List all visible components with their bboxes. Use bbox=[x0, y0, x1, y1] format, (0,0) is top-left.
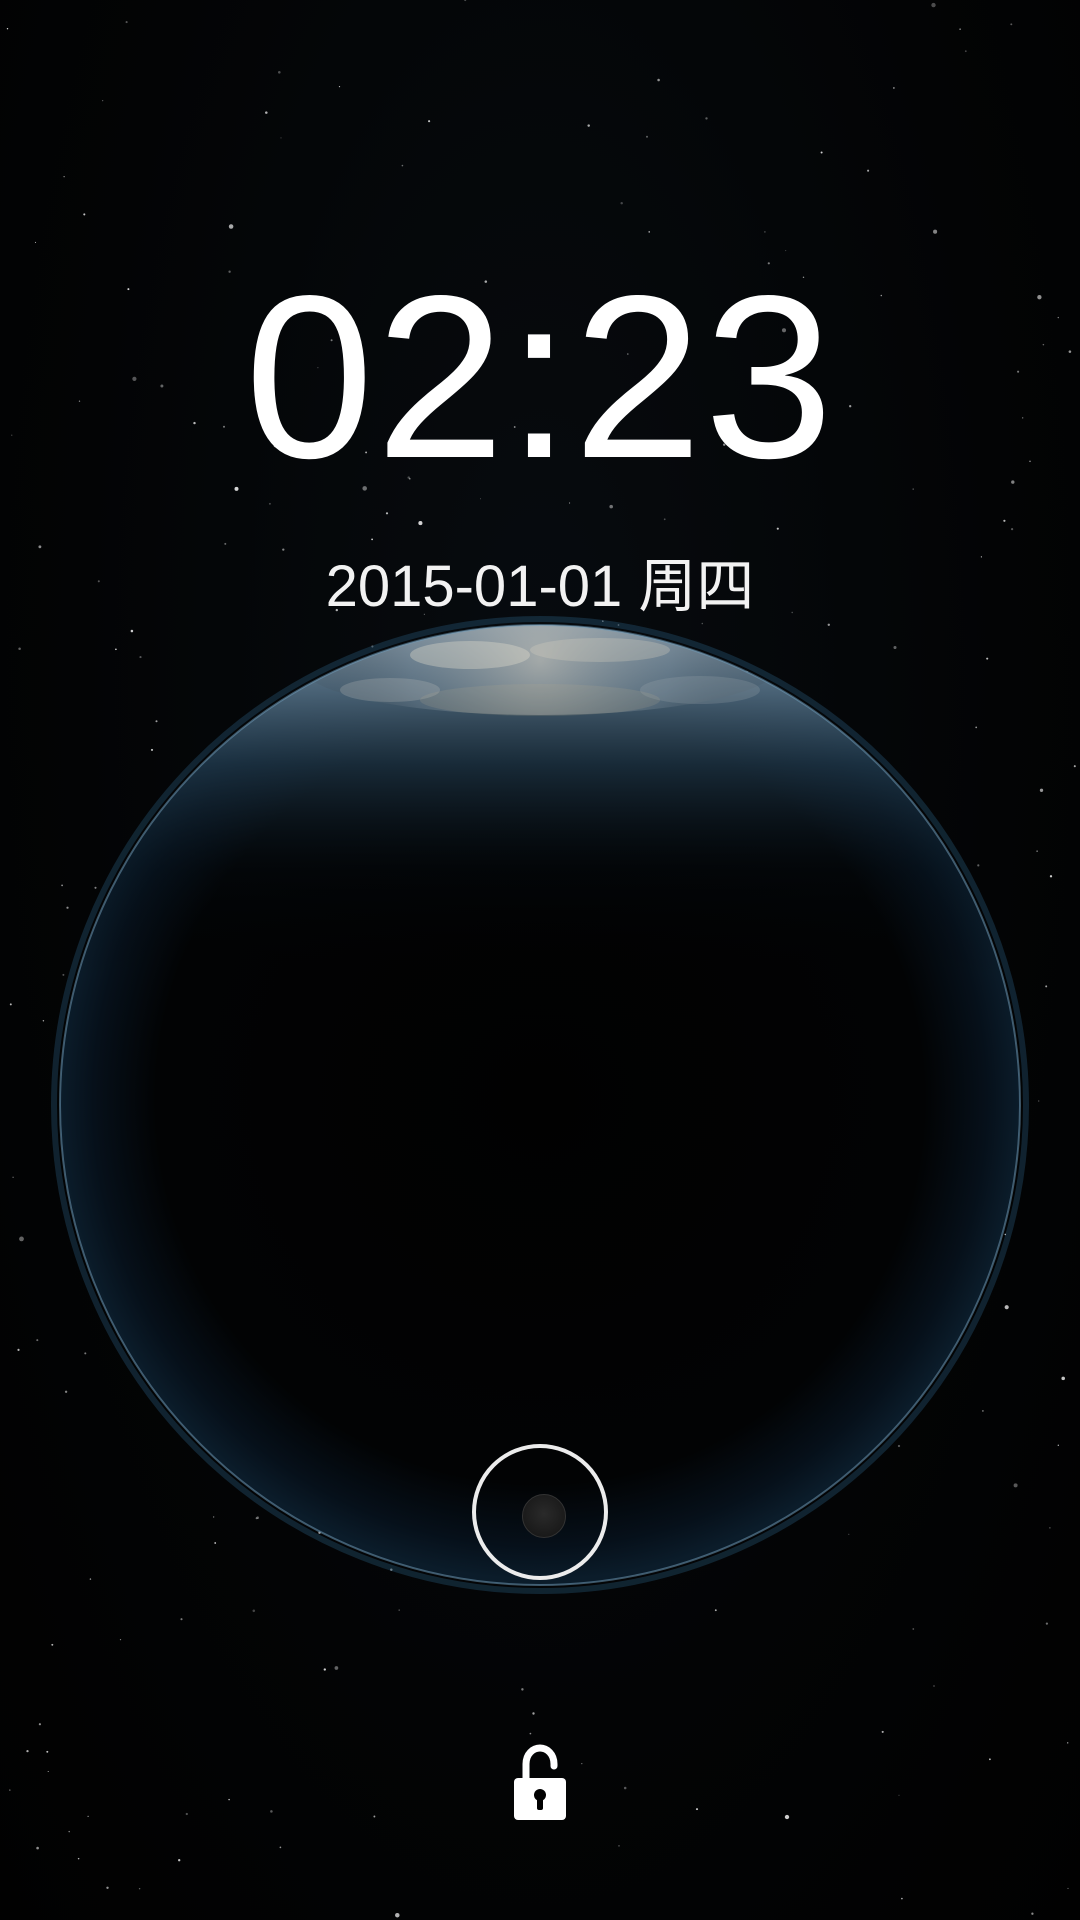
lock-date: 2015-01-01 周四 bbox=[325, 554, 755, 619]
lock-clock-time: 02:23 bbox=[244, 248, 836, 507]
unlock-handle-dot[interactable] bbox=[522, 1494, 566, 1538]
unlocked-padlock-icon[interactable] bbox=[510, 1744, 570, 1824]
unlock-handle[interactable] bbox=[472, 1444, 608, 1580]
lock-screen: 02:23 2015-01-01 周四 bbox=[0, 0, 1080, 1920]
